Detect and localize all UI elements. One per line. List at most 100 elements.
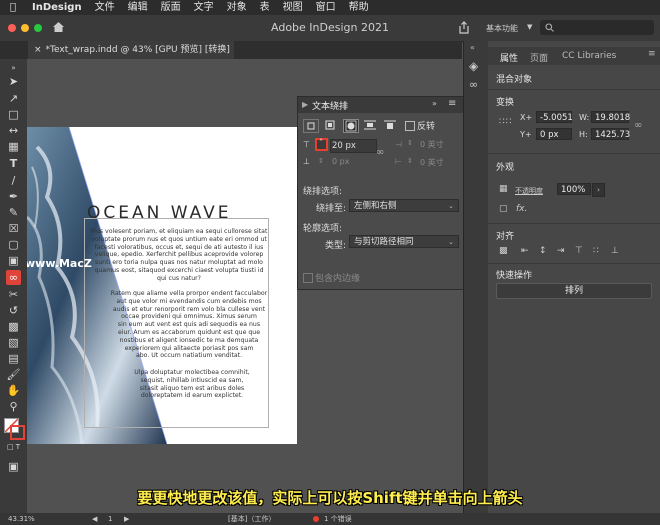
text-frame-outline [84,218,269,428]
tab-cc-libraries[interactable]: CC Libraries [562,51,616,61]
watermark-text: www.MacZ [27,257,92,270]
formatting-affects-container-icon[interactable]: □ T [6,440,21,455]
collapse-panel-icon[interactable]: » [432,99,437,108]
x-field[interactable]: -5.0051 [536,111,573,123]
invert-checkbox[interactable] [405,121,415,131]
content-collector-icon[interactable]: ▦ [6,139,21,154]
page-tool-icon[interactable]: □ [6,107,21,122]
opacity-field[interactable]: 100% [557,183,591,195]
menu-type[interactable]: 文字 [194,0,214,15]
menu-window[interactable]: 窗口 [316,0,336,15]
panel-menu-icon[interactable]: ≡ [648,49,656,59]
preflight-profile[interactable]: [基本]（工作） [228,513,275,525]
gradient-swatch-tool-icon[interactable]: ▩ [6,319,21,334]
menu-file[interactable]: 文件 [95,0,115,15]
menu-object[interactable]: 对象 [227,0,247,15]
align-to-icon[interactable]: ▩ [499,246,508,256]
left-offset-field[interactable]: 0 英寸 [420,139,444,150]
type-tool-icon[interactable]: T [6,156,21,171]
wrap-object-shape-button[interactable] [343,119,359,133]
menu-edit[interactable]: 编辑 [128,0,148,15]
share-icon[interactable] [458,21,470,34]
panel-menu-icon[interactable]: ≡ [448,98,456,109]
screen-mode-icon[interactable]: ▣ [6,459,21,474]
align-center-icon[interactable]: ↕ [539,246,547,256]
menu-app[interactable]: InDesign [32,0,82,15]
left-offset-stepper[interactable]: ⇕ [407,139,413,147]
zoom-level[interactable]: 43.31% [8,513,35,525]
apple-icon[interactable]:  [6,2,20,13]
effects-icon[interactable]: fx. [516,204,527,214]
gap-tool-icon[interactable]: ↔ [6,123,21,138]
gradient-feather-tool-icon[interactable]: ▧ [6,335,21,350]
menu-help[interactable]: 帮助 [349,0,369,15]
pen-tool-icon[interactable]: ✒ [6,189,21,204]
direct-selection-tool-icon[interactable]: ↗ [6,91,21,106]
w-field[interactable]: 19.8018 [591,111,630,123]
include-inside-edges-label: 包含内边缘 [315,274,361,284]
align-label: 对齐 [496,232,515,242]
top-offset-up-arrow[interactable]: ˄ [315,138,328,151]
opacity-label: 不透明度 [515,187,543,195]
creative-cloud-icon[interactable]: ∞ [6,270,21,285]
tab-pages[interactable]: 页面 [530,51,548,64]
rectangle-frame-tool-icon[interactable]: ☒ [6,221,21,236]
include-inside-edges-checkbox[interactable] [303,273,313,283]
arrange-button[interactable]: 排列 [496,283,652,299]
scissors-tool-icon[interactable]: ✂ [6,287,21,302]
align-top-icon[interactable]: ⊤ [575,246,583,256]
close-icon[interactable]: × [34,45,42,55]
stroke-swatch[interactable] [10,425,25,440]
h-field[interactable]: 1425.73 [591,128,630,140]
tab-properties[interactable]: 属性 [500,51,518,64]
selection-tool-icon[interactable]: ➤ [6,74,21,89]
search-input[interactable] [540,20,654,35]
align-middle-icon[interactable]: ∷ [593,246,599,256]
reference-point-icon[interactable]: ∷∷ [499,117,512,127]
note-tool-icon[interactable]: ▤ [6,351,21,366]
menu-layout[interactable]: 版面 [161,0,181,15]
align-bottom-icon[interactable]: ⊥ [611,246,619,256]
hand-tool-icon[interactable]: ✋ [6,383,21,398]
eyedropper-tool-icon[interactable]: 🖌 [6,367,21,382]
bottom-offset-stepper[interactable]: ⇕ [318,157,324,165]
document-page[interactable]: OCEAN WAVE Mus volesent poriam, et eliqu… [27,127,297,444]
error-count[interactable]: 1 个错误 [324,513,352,525]
menu-view[interactable]: 视图 [283,0,303,15]
opacity-dropdown-button[interactable]: › [592,183,605,197]
workspace-switcher[interactable]: 基本功能 [486,23,518,34]
jump-to-next-column-icon [384,120,396,129]
contour-type-select[interactable]: 与剪切路径相同 ⌄ [349,235,459,248]
right-offset-stepper[interactable]: ⇕ [407,157,413,165]
zoom-tool-icon[interactable]: ⚲ [6,399,21,414]
page-navigation-icon[interactable]: ◀ [92,513,97,525]
y-field[interactable]: 0 px [536,128,572,140]
free-transform-tool-icon[interactable]: ↺ [6,303,21,318]
right-offset-field[interactable]: 0 英寸 [420,157,444,168]
text-wrap-panel-header[interactable]: ▶ 文本绕排 » ≡ [298,97,464,113]
page-number[interactable]: 1 [108,513,112,525]
constrain-proportions-icon[interactable]: ∞ [634,120,642,131]
layers-icon[interactable]: ◈ [469,59,478,73]
chevron-down-icon[interactable]: ▼ [527,23,532,31]
jump-to-next-column-button[interactable] [383,119,397,131]
wrap-bounding-box-button[interactable] [323,119,337,131]
bottom-offset-field[interactable]: 0 px [332,157,349,166]
menu-table[interactable]: 表 [260,0,270,15]
align-right-icon[interactable]: ⇥ [557,246,565,256]
no-wrap-button[interactable] [303,119,319,133]
rectangle-tool-icon[interactable]: ▢ [6,237,21,252]
collapse-icon[interactable]: « [470,43,475,52]
wrap-to-select[interactable]: 左侧和右侧 ⌄ [349,199,459,212]
pencil-tool-icon[interactable]: ✎ [6,205,21,220]
right-offset-icon: ⊢ [395,157,402,166]
color-theme-tool-icon[interactable]: ▣ [6,253,21,268]
link-icon[interactable]: ∞ [376,147,384,158]
align-left-icon[interactable]: ⇤ [521,246,529,256]
page-next-icon[interactable]: ▶ [124,513,129,525]
line-tool-icon[interactable]: / [6,173,21,188]
top-offset-field[interactable]: 20 px [330,139,377,153]
jump-object-button[interactable] [363,119,377,131]
links-icon[interactable]: ∞ [469,78,478,91]
document-tab[interactable]: × *Text_wrap.indd @ 43% [GPU 预览] [转换] [28,41,234,59]
